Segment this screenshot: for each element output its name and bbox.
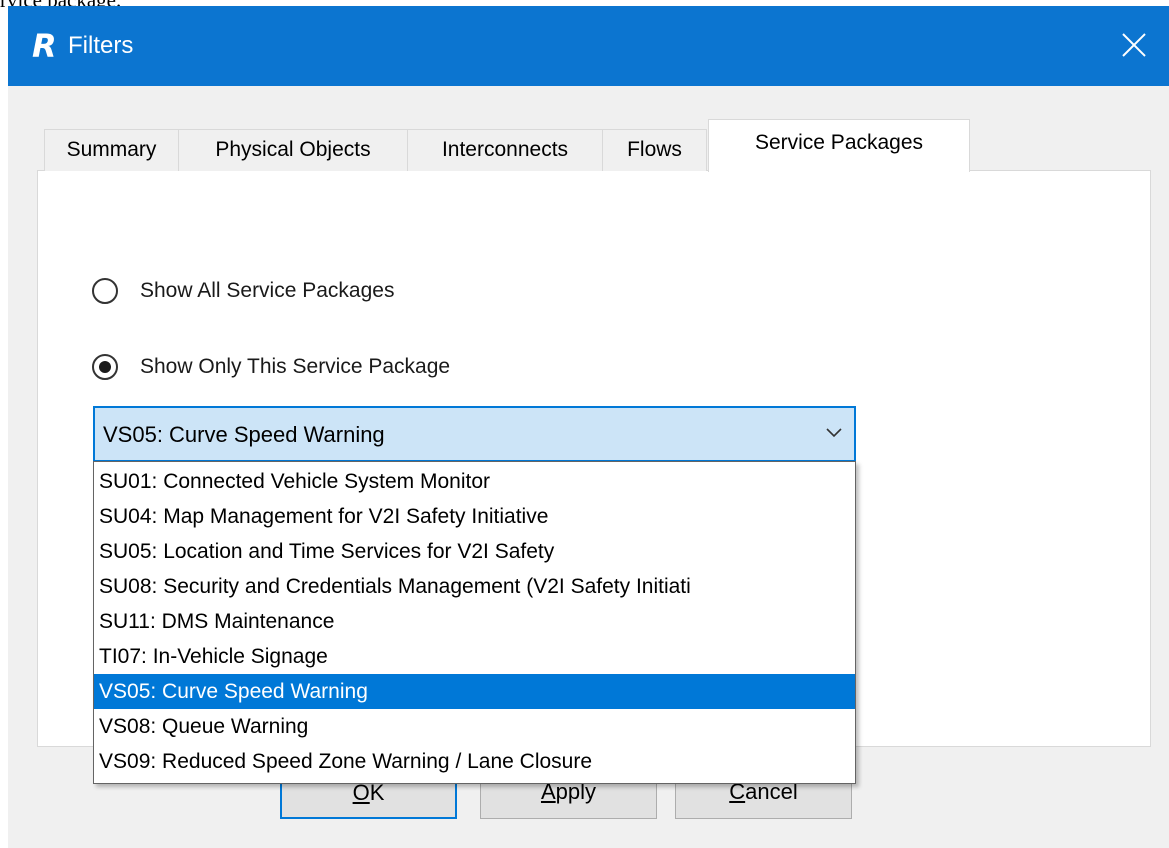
show-all-radio[interactable] bbox=[92, 278, 118, 304]
dropdown-selected-value: VS05: Curve Speed Warning bbox=[103, 422, 385, 447]
dropdown-option[interactable]: VS08: Queue Warning bbox=[94, 709, 855, 744]
dropdown-option[interactable]: SU11: DMS Maintenance bbox=[94, 604, 855, 639]
show-only-label[interactable]: Show Only This Service Package bbox=[140, 355, 450, 379]
close-button[interactable] bbox=[1099, 6, 1169, 86]
show-all-option[interactable]: Show All Service Packages bbox=[92, 271, 394, 311]
tab-physical-objects[interactable]: Physical Objects bbox=[178, 129, 408, 171]
dropdown-option[interactable]: SU01: Connected Vehicle System Monitor bbox=[94, 464, 855, 499]
dropdown-option[interactable]: SU04: Map Management for V2I Safety Init… bbox=[94, 499, 855, 534]
show-only-radio[interactable] bbox=[92, 354, 118, 380]
tab-flows[interactable]: Flows bbox=[602, 129, 707, 171]
dropdown-option[interactable]: SU08: Security and Credentials Managemen… bbox=[94, 569, 855, 604]
dropdown-list[interactable]: SU01: Connected Vehicle System Monitor S… bbox=[93, 461, 856, 784]
dropdown-option[interactable]: VS09: Reduced Speed Zone Warning / Lane … bbox=[94, 744, 855, 779]
dropdown-option[interactable]: TI07: In-Vehicle Signage bbox=[94, 639, 855, 674]
tab-summary[interactable]: Summary bbox=[44, 129, 179, 171]
title-bar[interactable]: R Filters bbox=[8, 6, 1169, 86]
tab-service-packages[interactable]: Service Packages bbox=[708, 119, 970, 172]
show-all-label[interactable]: Show All Service Packages bbox=[140, 279, 394, 303]
chevron-down-icon bbox=[826, 428, 842, 438]
show-only-option[interactable]: Show Only This Service Package bbox=[92, 347, 450, 387]
tab-interconnects[interactable]: Interconnects bbox=[407, 129, 603, 171]
dropdown-option[interactable]: SU05: Location and Time Services for V2I… bbox=[94, 534, 855, 569]
window-title: Filters bbox=[68, 32, 134, 59]
dropdown-option-selected[interactable]: VS05: Curve Speed Warning bbox=[94, 674, 855, 709]
service-package-dropdown[interactable]: VS05: Curve Speed Warning bbox=[93, 406, 856, 462]
close-icon bbox=[1122, 33, 1146, 57]
filters-dialog: R Filters Summary Physical Objects Inter… bbox=[8, 6, 1169, 848]
app-logo-icon: R bbox=[32, 27, 57, 65]
